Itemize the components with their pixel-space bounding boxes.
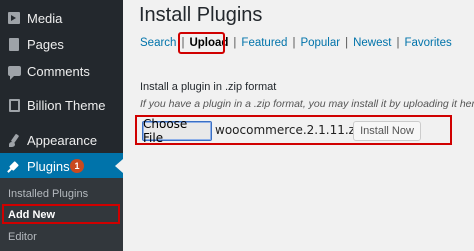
update-count-badge: 1 [70,159,84,173]
upload-form-highlight-box: Choose File woocommerce.2.1.11.zip Insta… [135,115,452,145]
tab-separator: | [396,37,400,49]
media-icon [7,11,21,25]
submenu-item-installed-plugins[interactable]: Installed Plugins [8,188,88,200]
appearance-icon [7,133,21,147]
plugins-icon [7,159,21,173]
sidebar-item-label: Pages [27,36,64,52]
sidebar-item-label: Appearance [27,132,98,148]
upload-heading: Install a plugin in .zip format [140,81,277,93]
theme-icon [7,98,21,112]
choose-file-button[interactable]: Choose File [142,117,212,145]
main-content: Install Plugins Search | Upload | Featur… [123,0,474,251]
upload-tab-highlight-box [178,32,225,54]
sidebar-item-appearance[interactable]: Appearance [0,127,123,153]
add-new-highlight-box [2,204,120,224]
tab-separator: | [292,37,296,49]
sidebar-item-billion-theme[interactable]: Billion Theme [0,92,123,118]
tab-search[interactable]: Search [140,37,176,49]
submenu-item-editor[interactable]: Editor [8,231,37,243]
tab-featured[interactable]: Featured [241,37,287,49]
sidebar-item-label: Media [27,10,63,26]
sidebar-item-media[interactable]: Media [0,5,123,31]
sidebar-item-label: Billion Theme [27,97,106,113]
tab-favorites[interactable]: Favorites [404,37,451,49]
sidebar-item-label: Plugins [27,158,70,174]
page-title: Install Plugins [139,4,263,26]
admin-sidebar: Media Pages Comments Billion Theme Appea… [0,0,123,251]
comments-icon [7,64,21,80]
pages-icon [7,37,21,51]
sidebar-item-plugins[interactable]: Plugins 1 [0,153,123,179]
sidebar-item-label: Comments [27,63,90,79]
tab-newest[interactable]: Newest [353,37,391,49]
tab-popular[interactable]: Popular [300,37,340,49]
tab-separator: | [345,37,349,49]
sidebar-item-pages[interactable]: Pages [0,31,123,57]
sidebar-item-comments[interactable]: Comments [0,58,123,84]
upload-description: If you have a plugin in a .zip format, y… [140,98,474,110]
tab-separator: | [233,37,237,49]
selected-filename: woocommerce.2.1.11.zip [215,123,366,137]
install-now-button[interactable]: Install Now [353,121,421,141]
